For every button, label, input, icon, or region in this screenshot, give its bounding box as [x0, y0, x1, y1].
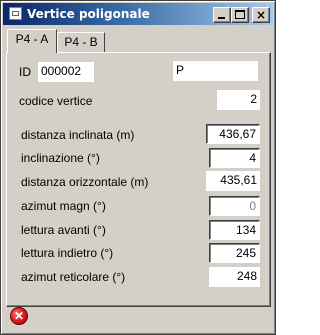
dialog-window: Vertice poligonale × P4 - A P4 - B ID 00… — [0, 0, 276, 335]
window-app-icon — [9, 7, 22, 20]
close-icon: × — [255, 8, 267, 22]
tab-p4-a[interactable]: P4 - A — [7, 29, 57, 53]
close-button[interactable]: × — [252, 7, 270, 23]
minimize-button[interactable] — [213, 7, 231, 23]
maximize-icon — [235, 10, 245, 19]
window-title: Vertice poligonale — [27, 7, 150, 21]
tab-panel — [6, 52, 271, 307]
title-bar[interactable]: Vertice poligonale × — [3, 3, 273, 25]
minimize-icon — [218, 17, 225, 19]
maximize-button[interactable] — [231, 7, 249, 23]
error-close-icon[interactable]: ✕ — [10, 307, 28, 325]
tab-p4-b[interactable]: P4 - B — [57, 32, 105, 53]
